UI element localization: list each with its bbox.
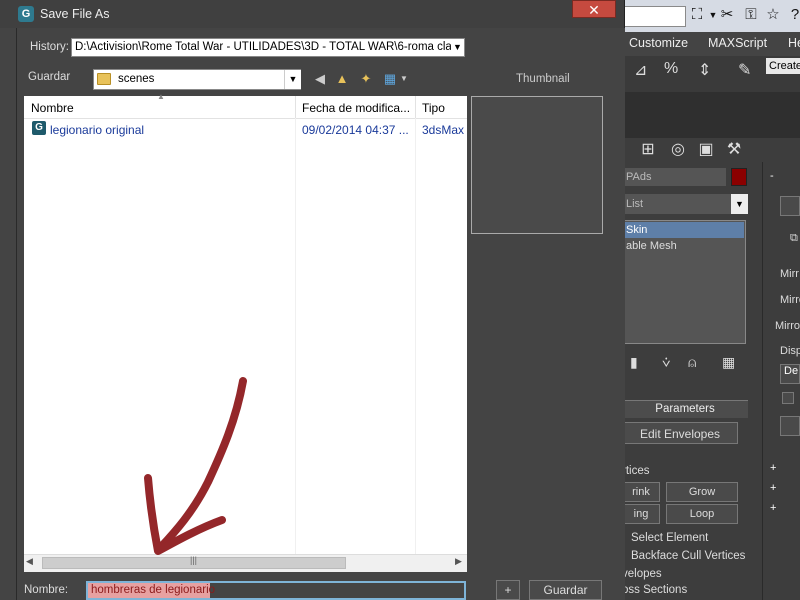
column-divider[interactable]: [415, 96, 416, 118]
expand-plus-icon[interactable]: +: [770, 482, 776, 494]
menu-help[interactable]: He: [788, 36, 800, 50]
chevron-down-icon[interactable]: ▼: [284, 70, 301, 89]
spell-icon[interactable]: ✎: [738, 60, 751, 80]
file-date-cell[interactable]: 09/02/2014 04:37 ...: [302, 123, 412, 137]
column-header-date[interactable]: Fecha de modifica...: [302, 101, 410, 115]
chevron-down-icon[interactable]: ▼: [396, 71, 412, 87]
object-name-field[interactable]: PAds: [622, 168, 726, 186]
save-in-label: Guardar: [28, 71, 71, 83]
app-logo-icon: G: [18, 6, 34, 22]
help-icon[interactable]: ?: [786, 6, 800, 24]
column-header-type[interactable]: Tipo: [422, 101, 445, 115]
dropdown-arrow-icon[interactable]: ▼: [731, 194, 748, 214]
stack-item-skin[interactable]: Skin: [624, 222, 744, 238]
file-list[interactable]: [24, 96, 467, 571]
close-button[interactable]: ✕: [572, 0, 616, 18]
scrollbar-grip-icon: |||: [190, 555, 198, 565]
app-search-input[interactable]: [622, 6, 686, 27]
ring-button[interactable]: ing: [622, 504, 660, 524]
file-type-cell[interactable]: 3dsMax s: [422, 123, 466, 137]
thumbnail-label: Thumbnail: [516, 73, 570, 85]
right-panel-button-2[interactable]: [780, 416, 800, 436]
make-unique-icon[interactable]: ⍝: [688, 354, 696, 371]
mirror-icon: ⧉: [790, 232, 798, 244]
scroll-right-icon[interactable]: ▶: [455, 556, 462, 567]
envelopes-label: velopes: [622, 568, 662, 580]
motion-tab-icon[interactable]: ◎: [666, 138, 690, 162]
utilities-tab-icon[interactable]: ⚒: [722, 138, 746, 162]
save-button[interactable]: Guardar: [529, 580, 602, 600]
filename-input[interactable]: hombreras de legionario: [86, 581, 466, 600]
collapse-minus-icon[interactable]: -: [770, 170, 774, 182]
mirror-label-1: Mirr: [780, 268, 799, 280]
backface-cull-checkbox[interactable]: Backface Cull Vertices: [631, 550, 745, 562]
loop-button[interactable]: Loop: [666, 504, 738, 524]
increment-button[interactable]: +: [496, 580, 520, 600]
snap-icon[interactable]: ⊿: [634, 60, 647, 80]
vertices-label: rtices: [622, 465, 650, 477]
thumbnail-preview: [471, 96, 603, 234]
file-name-cell[interactable]: legionario original: [50, 123, 290, 137]
history-dropdown[interactable]: D:\Activision\Rome Total War - UTILIDADE…: [71, 38, 465, 57]
pin-stack-icon[interactable]: ▮: [630, 354, 638, 371]
column-line: [415, 118, 416, 554]
expand-plus-icon[interactable]: +: [770, 502, 776, 514]
modifier-list-dropdown[interactable]: List: [622, 194, 748, 214]
edit-envelopes-button[interactable]: Edit Envelopes: [622, 422, 738, 444]
right-checkbox[interactable]: [782, 392, 794, 404]
show-end-result-icon[interactable]: ⩒: [662, 354, 671, 371]
stack-item-mesh[interactable]: able Mesh: [624, 238, 744, 254]
column-header-name[interactable]: Nombre: [31, 101, 74, 115]
display-dropdown[interactable]: De: [780, 364, 800, 384]
key-icon[interactable]: ⚿: [742, 6, 760, 24]
history-label: History:: [30, 41, 69, 53]
menu-maxscript[interactable]: MAXScript: [708, 36, 767, 50]
hierarchy-tab-icon[interactable]: ⊞: [636, 138, 660, 162]
folder-icon: [97, 73, 111, 85]
dialog-title: Save File As: [40, 7, 110, 21]
filename-label: Nombre:: [24, 584, 69, 596]
cross-sections-label: oss Sections: [622, 584, 688, 596]
configure-sets-icon[interactable]: ▦: [722, 354, 735, 371]
display-tab-icon[interactable]: ▣: [694, 138, 718, 162]
object-color-swatch[interactable]: [731, 168, 747, 186]
select-element-checkbox[interactable]: Select Element: [631, 532, 708, 544]
back-icon[interactable]: ◀: [312, 71, 328, 87]
expand-plus-icon[interactable]: +: [770, 462, 776, 474]
grow-button[interactable]: Grow: [666, 482, 738, 502]
save-in-dropdown[interactable]: scenes: [93, 69, 301, 90]
display-label: Disp: [780, 345, 800, 357]
sort-arrow-icon: ▲: [157, 92, 165, 101]
column-divider[interactable]: [295, 96, 296, 118]
up-folder-icon[interactable]: ▲: [334, 71, 350, 87]
named-selection-field[interactable]: Create: [766, 58, 800, 74]
mirror-label-3: Mirro: [775, 320, 800, 332]
star-icon[interactable]: ☆: [764, 6, 782, 24]
max-file-icon: G: [32, 121, 46, 135]
new-folder-icon[interactable]: ✦: [358, 71, 374, 87]
percent-snap-icon[interactable]: %: [664, 60, 678, 78]
parameters-rollout-title[interactable]: Parameters: [622, 400, 748, 418]
menu-customize[interactable]: Customize: [629, 36, 688, 50]
right-panel-button[interactable]: [780, 196, 800, 216]
spinner-snap-icon[interactable]: ⇕: [698, 60, 711, 80]
viewport-strip: [620, 92, 800, 138]
tools-icon[interactable]: ✂: [718, 6, 736, 24]
shrink-button[interactable]: rink: [622, 482, 660, 502]
chevron-down-icon[interactable]: ▼: [451, 39, 464, 56]
mirror-label-2: Mirro: [780, 294, 800, 306]
scroll-left-icon[interactable]: ◀: [26, 556, 33, 567]
column-line: [295, 118, 296, 554]
